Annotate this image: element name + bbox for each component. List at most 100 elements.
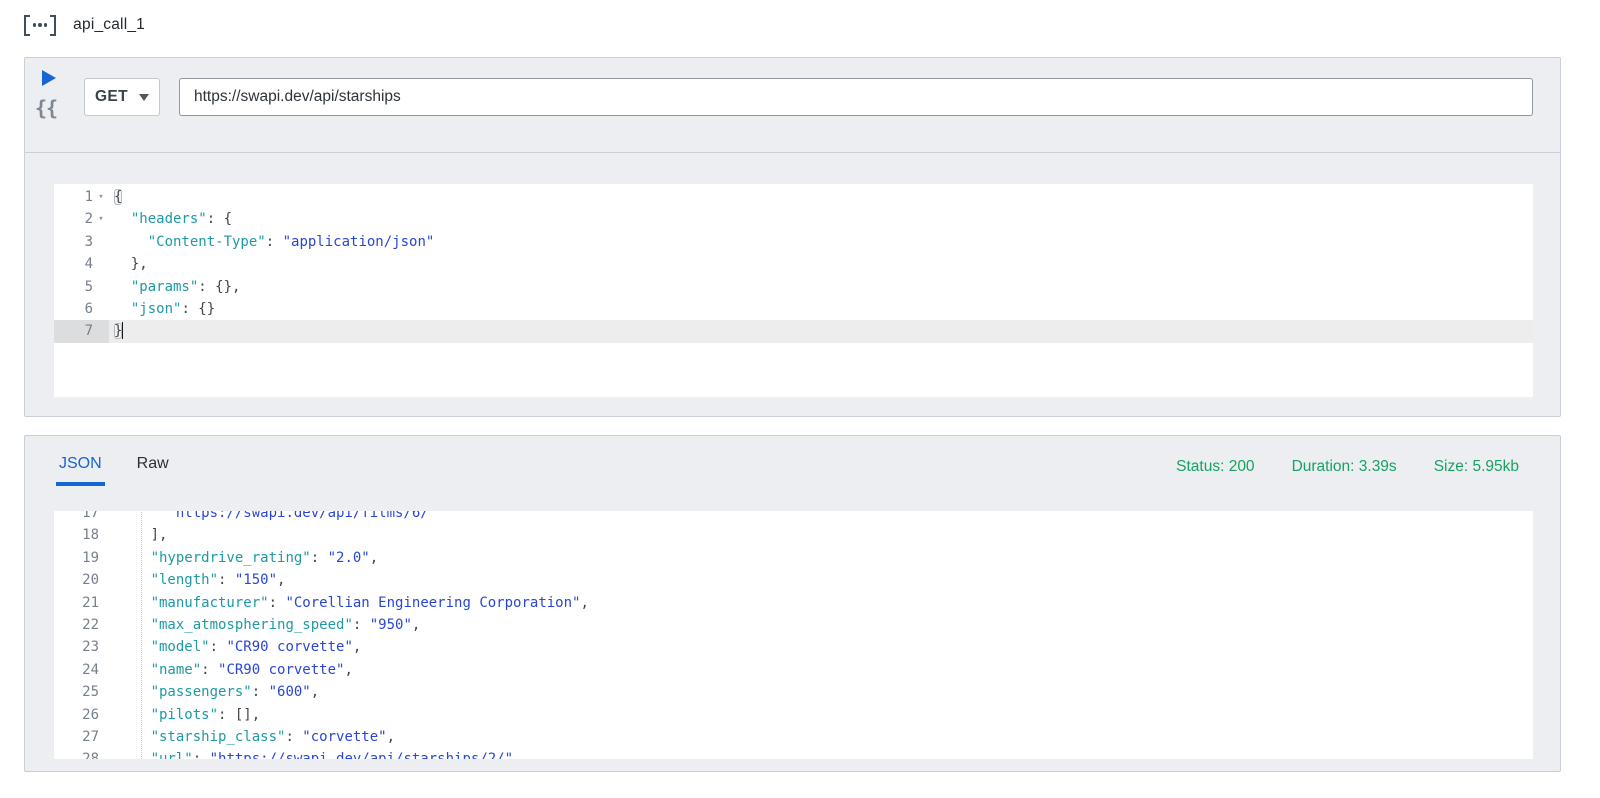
- token-str: "corvette": [302, 729, 386, 745]
- line-number: 1: [54, 186, 93, 208]
- code-text: ],: [100, 524, 167, 546]
- token-plain: [100, 662, 151, 678]
- fold-gutter: [93, 253, 109, 275]
- response-code-lines: 17 "https://swapi.dev/api/films/6/"18 ],…: [54, 511, 1533, 759]
- code-line: 22 "max_atmosphering_speed": "950",: [54, 614, 1533, 636]
- code-text: "pilots": [],: [100, 704, 260, 726]
- line-number: 6: [54, 298, 93, 320]
- run-request-button[interactable]: [42, 70, 56, 86]
- token-key: "Content-Type": [148, 234, 266, 250]
- code-line: 5 "params": {},: [54, 276, 1533, 298]
- chevron-down-icon: [139, 94, 149, 101]
- code-line: 18 ],: [54, 524, 1533, 546]
- code-text: "model": "CR90 corvette",: [100, 636, 361, 658]
- fold-gutter: [93, 320, 109, 342]
- token-str: "https://swapi.dev/api/starships/2/": [210, 751, 513, 759]
- response-panel: JSON Raw Status: 200 Duration: 3.39s Siz…: [24, 435, 1561, 772]
- request-panel: {{ GET 1▾{2▾ "headers": {3 "Content-Type…: [24, 57, 1561, 417]
- token-plain: [100, 684, 151, 700]
- tab-json[interactable]: JSON: [56, 455, 105, 486]
- line-number: 25: [54, 681, 99, 703]
- line-number: 24: [54, 659, 99, 681]
- token-str: "CR90 corvette": [226, 639, 352, 655]
- token-str: "150": [235, 572, 277, 588]
- token-plain: :: [210, 639, 227, 655]
- token-plain: : {: [207, 211, 232, 227]
- code-text: "length": "150",: [100, 569, 285, 591]
- code-line: 6 "json": {}: [54, 298, 1533, 320]
- code-line: 17 "https://swapi.dev/api/films/6/": [54, 511, 1533, 524]
- code-text: "params": {},: [114, 276, 240, 298]
- token-str: "CR90 corvette": [218, 662, 344, 678]
- token-plain: :: [269, 595, 286, 611]
- url-input[interactable]: [179, 78, 1533, 116]
- line-number: 23: [54, 636, 99, 658]
- token-plain: [100, 707, 151, 723]
- indent-guide: [141, 511, 142, 759]
- method-label: GET: [95, 88, 128, 106]
- token-key: "max_atmosphering_speed": [151, 617, 353, 633]
- text-cursor: [122, 322, 123, 339]
- code-line: 21 "manufacturer": "Corellian Engineerin…: [54, 592, 1533, 614]
- token-plain: :: [201, 662, 218, 678]
- token-plain: :: [193, 751, 210, 759]
- fold-gutter: [93, 231, 109, 253]
- token-plain: ,: [387, 729, 395, 745]
- request-code-lines: 1▾{2▾ "headers": {3 "Content-Type": "app…: [54, 186, 1533, 343]
- code-line: 3 "Content-Type": "application/json": [54, 231, 1533, 253]
- token-plain: :: [218, 572, 235, 588]
- line-number: 5: [54, 276, 93, 298]
- code-text: "passengers": "600",: [100, 681, 319, 703]
- token-plain: :: [266, 234, 283, 250]
- code-line: 7}: [54, 320, 1533, 342]
- code-line: 20 "length": "150",: [54, 569, 1533, 591]
- token-key: "passengers": [151, 684, 252, 700]
- code-line: 19 "hyperdrive_rating": "2.0",: [54, 547, 1533, 569]
- line-number: 18: [54, 524, 99, 546]
- token-plain: ,: [277, 572, 285, 588]
- token-plain: ,: [580, 595, 588, 611]
- token-plain: : {}: [181, 301, 215, 317]
- line-number: 19: [54, 547, 99, 569]
- matched-bracket: }: [114, 323, 122, 339]
- token-str: "2.0": [328, 550, 370, 566]
- tab-raw[interactable]: Raw: [134, 455, 172, 486]
- dots: [33, 23, 47, 26]
- token-key: "pilots": [151, 707, 218, 723]
- request-editor[interactable]: 1▾{2▾ "headers": {3 "Content-Type": "app…: [54, 184, 1533, 397]
- fold-arrow-icon[interactable]: ▾: [93, 208, 109, 230]
- page: { "header": { "title": "api_call_1", "ic…: [0, 0, 1600, 798]
- token-key: "model": [151, 639, 210, 655]
- token-plain: :: [353, 617, 370, 633]
- token-plain: ,: [353, 639, 361, 655]
- duration-badge: Duration: 3.39s: [1292, 458, 1397, 511]
- request-toolbar: {{ GET: [25, 58, 1560, 153]
- variables-icon[interactable]: {{: [35, 96, 57, 120]
- token-key: "url": [151, 751, 193, 759]
- token-plain: [114, 211, 131, 227]
- token-plain: :: [252, 684, 269, 700]
- code-line: 4 },: [54, 253, 1533, 275]
- token-str: "950": [370, 617, 412, 633]
- code-line: 28 "url": "https://swapi.dev/api/starshi…: [54, 748, 1533, 759]
- line-number: 21: [54, 592, 99, 614]
- cell-header: api_call_1: [24, 12, 145, 38]
- token-key: "starship_class": [151, 729, 286, 745]
- token-key: "hyperdrive_rating": [151, 550, 311, 566]
- line-number: 27: [54, 726, 99, 748]
- token-str: "Corellian Engineering Corporation": [285, 595, 580, 611]
- code-text: "headers": {: [114, 208, 232, 230]
- token-plain: [100, 617, 151, 633]
- token-plain: [114, 301, 131, 317]
- token-plain: ,: [412, 617, 420, 633]
- code-text: "https://swapi.dev/api/films/6/": [100, 511, 437, 524]
- code-line: 27 "starship_class": "corvette",: [54, 726, 1533, 748]
- response-viewer[interactable]: 17 "https://swapi.dev/api/films/6/"18 ],…: [54, 511, 1533, 759]
- line-number: 17: [54, 511, 99, 524]
- code-text: "max_atmosphering_speed": "950",: [100, 614, 420, 636]
- fold-arrow-icon[interactable]: ▾: [93, 186, 109, 208]
- method-dropdown[interactable]: GET: [84, 78, 160, 116]
- fold-gutter: [93, 276, 109, 298]
- response-header: JSON Raw Status: 200 Duration: 3.39s Siz…: [25, 436, 1560, 511]
- token-plain: [100, 572, 151, 588]
